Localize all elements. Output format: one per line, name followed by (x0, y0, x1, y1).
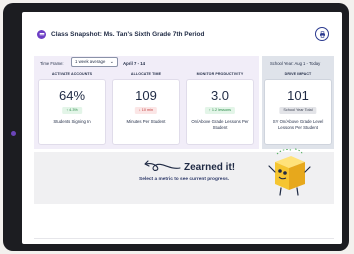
time-frame-label: Time Frame: (40, 61, 64, 66)
card-header-drive: DRIVE IMPACT (284, 72, 312, 76)
trend-badge: ↑ 1.2 lessons (204, 107, 236, 114)
time-frame-value: 1 week average (75, 59, 106, 64)
curly-arrow-icon (144, 160, 181, 171)
card-header-allocate: ALLOCATE TIME (130, 72, 162, 76)
metric-card-activate[interactable]: 64% ↑ 4.3% Students Signing In (38, 79, 106, 145)
print-button[interactable] (315, 27, 329, 41)
date-range: April 7 - 14 (123, 61, 145, 66)
page-header: Class Snapshot: Ms. Tan's Sixth Grade 7t… (37, 27, 205, 41)
camera-dot (11, 131, 16, 136)
earned-section: Zearned it! Select a metric to see curre… (34, 148, 334, 204)
trend-badge: ↓ 10 min (134, 107, 158, 114)
metric-label: Minutes Per Student (126, 119, 166, 124)
card-header-activate: ACTIVATE ACCOUNTS (51, 72, 93, 76)
metric-value: 3.0 (210, 88, 230, 103)
earned-subtitle: Select a metric to see current progress. (139, 177, 230, 182)
card-header-monitor: MONITOR PRODUCTIVITY (196, 72, 244, 76)
page-title: Class Snapshot: Ms. Tan's Sixth Grade 7t… (51, 30, 205, 38)
metric-card-monitor[interactable]: 3.0 ↑ 1.2 lessons On/Above Grade Lessons… (186, 79, 254, 145)
screen: Class Snapshot: Ms. Tan's Sixth Grade 7t… (22, 12, 342, 244)
time-frame-select[interactable]: 1 week average ⌄ (71, 57, 118, 67)
metrics-panel: Time Frame: 1 week average ⌄ April 7 - 1… (34, 56, 259, 149)
metric-label: Students Signing In (53, 119, 91, 124)
metric-card-drive[interactable]: 101 School Year Total SY On/Above Grade … (264, 79, 332, 145)
metric-label: SY On/Above Grade Level Lessons Per Stud… (272, 119, 324, 130)
trend-badge: ↑ 4.3% (62, 107, 82, 114)
school-year-label: School Year: Aug 1 - Today (270, 61, 321, 66)
metric-value: 64% (58, 88, 86, 103)
total-badge: School Year Total (279, 107, 317, 114)
device-frame: Class Snapshot: Ms. Tan's Sixth Grade 7t… (3, 3, 349, 251)
print-icon (319, 30, 325, 38)
zearn-mascot-icon (268, 148, 311, 196)
chevron-down-icon: ⌄ (109, 59, 114, 65)
divider (34, 238, 334, 239)
earned-title: Zearned it! (184, 162, 236, 173)
metric-value: 101 (287, 88, 309, 103)
metric-label: On/Above Grade Lessons Per Student (191, 119, 249, 130)
metric-card-allocate[interactable]: 109 ↓ 10 min Minutes Per Student (112, 79, 180, 145)
metric-value: 109 (135, 88, 157, 103)
app-logo-icon (37, 29, 46, 39)
drive-impact-panel: School Year: Aug 1 - Today DRIVE IMPACT … (262, 56, 334, 149)
